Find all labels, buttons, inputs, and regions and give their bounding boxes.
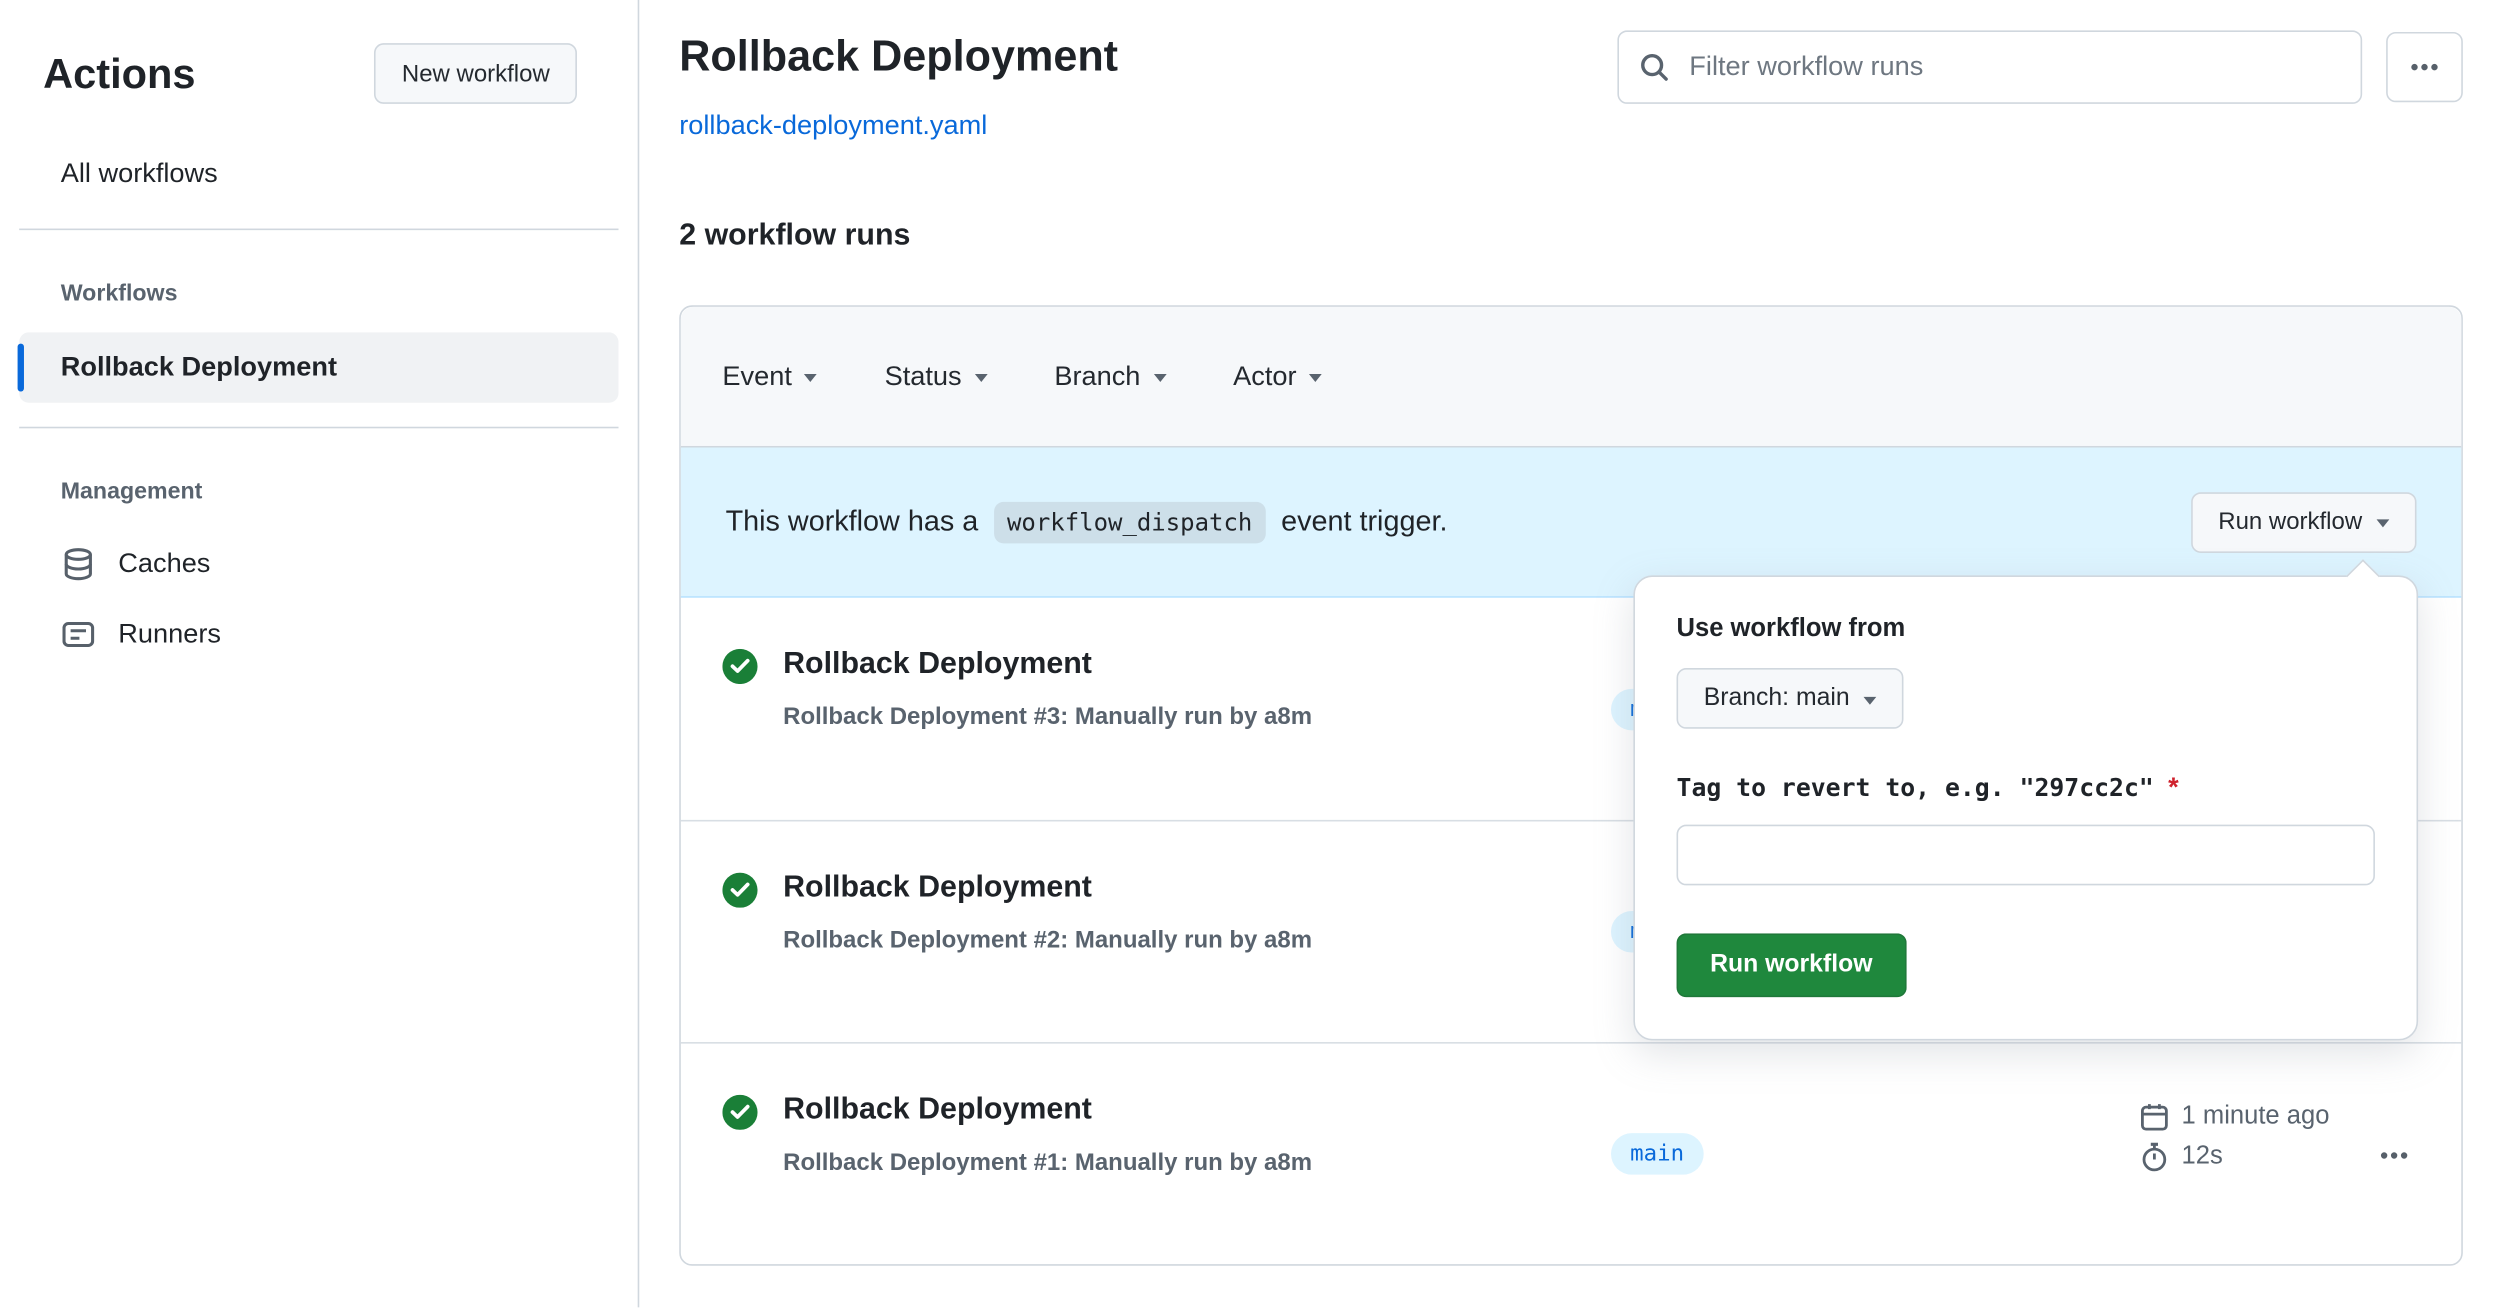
run-text: Rollback Deployment Rollback Deployment … [783, 1092, 1313, 1177]
run-text: Rollback Deployment Rollback Deployment … [783, 869, 1312, 954]
chevron-down-icon [1309, 373, 1323, 382]
sidebar-item-all-workflows[interactable]: All workflows [19, 144, 618, 205]
github-actions-page: Actions New workflow All workflows Workf… [0, 0, 2506, 1308]
search-icon [1638, 51, 1670, 83]
new-workflow-button[interactable]: New workflow [374, 43, 577, 104]
sidebar-title: Actions [43, 48, 196, 97]
filter-branch-label: Branch [1054, 360, 1141, 391]
chevron-down-icon [1153, 373, 1166, 382]
chevron-down-icon [2376, 519, 2390, 528]
sidebar-item-caches[interactable]: Caches [19, 531, 618, 598]
filter-event[interactable]: Event [722, 360, 818, 392]
workflow-file-link[interactable]: rollback-deployment.yaml [679, 110, 987, 142]
main-header: Rollback Deployment rollback-deployment.… [679, 30, 2463, 142]
main-content: Rollback Deployment rollback-deployment.… [639, 0, 2506, 1307]
filter-status[interactable]: Status [885, 360, 988, 392]
sidebar-divider [19, 228, 619, 231]
banner-text-after: event trigger. [1281, 505, 1448, 537]
tag-input[interactable] [1676, 824, 2375, 886]
run-subtitle: Rollback Deployment #1: Manually run by … [783, 1149, 1313, 1177]
branch-badge[interactable]: main [1610, 1133, 1704, 1175]
run-duration: 12s [2181, 1142, 2223, 1170]
sidebar-nav: All workflows [0, 144, 638, 205]
sidebar-header: Actions New workflow [0, 38, 638, 108]
chevron-down-icon [1864, 696, 1877, 705]
sidebar-item-label: Runners [118, 618, 221, 649]
run-workflow-dropdown-label: Run workflow [2218, 508, 2363, 536]
runs-filter-bar: Event Status Branch Actor [680, 306, 2462, 448]
page-title: Rollback Deployment [679, 31, 1119, 80]
run-workflow-popover: Use workflow from Branch: main Tag to re… [1633, 559, 2419, 1041]
kebab-menu-icon [2378, 1140, 2410, 1172]
run-text: Rollback Deployment Rollback Deployment … [783, 646, 1313, 731]
workflows-section-heading: Workflows [60, 281, 178, 307]
required-asterisk: * [2168, 771, 2179, 803]
header-actions [1617, 30, 2463, 104]
run-workflow-submit-button[interactable]: Run workflow [1676, 933, 1907, 998]
sidebar-item-rollback-deployment[interactable]: Rollback Deployment [17, 332, 619, 403]
chevron-down-icon [804, 373, 818, 382]
sidebar-divider [19, 426, 619, 429]
management-section-heading: Management [60, 479, 203, 506]
branch-selector-label: Branch: main [1703, 684, 1850, 712]
chevron-down-icon [974, 373, 988, 382]
sidebar-item-runners[interactable]: Runners [19, 601, 618, 668]
runners-icon [61, 617, 96, 652]
check-circle-icon [722, 648, 758, 731]
run-subtitle: Rollback Deployment #3: Manually run by … [783, 703, 1313, 731]
calendar-icon [2138, 1101, 2170, 1133]
tag-input-label-text: Tag to revert to, e.g. "297cc2c" [1676, 773, 2154, 803]
workflows-nav: Rollback Deployment [0, 332, 638, 403]
workflow-dispatch-code: workflow_dispatch [994, 501, 1266, 543]
cache-icon [61, 547, 96, 582]
run-workflow-dropdown-button[interactable]: Run workflow [2191, 491, 2417, 553]
run-options-kebab-button[interactable] [2372, 1133, 2417, 1183]
run-time-cell: 1 minute ago 12s [2138, 1101, 2333, 1173]
tag-input-label: Tag to revert to, e.g. "297cc2c" * [1677, 772, 2375, 804]
run-title-link[interactable]: Rollback Deployment [783, 869, 1312, 907]
banner-text: This workflow has a workflow_dispatch ev… [725, 501, 1448, 543]
filter-branch[interactable]: Branch [1054, 360, 1166, 392]
run-relative-time: 1 minute ago [2181, 1102, 2330, 1130]
filter-event-label: Event [722, 360, 792, 391]
popover-heading: Use workflow from [1676, 615, 1906, 643]
management-nav: Caches Runners [0, 531, 638, 668]
run-title-link[interactable]: Rollback Deployment [783, 1092, 1312, 1130]
workflow-runs-count: 2 workflow runs [679, 218, 911, 253]
filter-search-box [1617, 30, 2363, 104]
kebab-menu-icon [2409, 51, 2441, 83]
banner-text-before: This workflow has a [725, 505, 979, 537]
workflow-heading-block: Rollback Deployment rollback-deployment.… [679, 30, 1118, 142]
actions-sidebar: Actions New workflow All workflows Workf… [0, 0, 640, 1308]
filter-status-label: Status [884, 360, 962, 391]
check-circle-icon [722, 1094, 758, 1177]
workflow-options-kebab-button[interactable] [2386, 31, 2463, 103]
filter-workflow-runs-input[interactable] [1617, 30, 2363, 104]
branch-selector-button[interactable]: Branch: main [1676, 668, 1904, 729]
check-circle-icon [722, 872, 758, 955]
sidebar-item-label: Caches [118, 548, 211, 579]
workflow-run-row: Rollback Deployment Rollback Deployment … [680, 1042, 2462, 1264]
filter-actor[interactable]: Actor [1233, 360, 1323, 392]
run-subtitle: Rollback Deployment #2: Manually run by … [783, 926, 1313, 955]
stopwatch-icon [2138, 1141, 2170, 1173]
workflow-runs-table: Event Status Branch Actor This workflow … [679, 305, 2463, 1266]
run-title-link[interactable]: Rollback Deployment [783, 646, 1312, 684]
filter-actor-label: Actor [1233, 360, 1297, 391]
